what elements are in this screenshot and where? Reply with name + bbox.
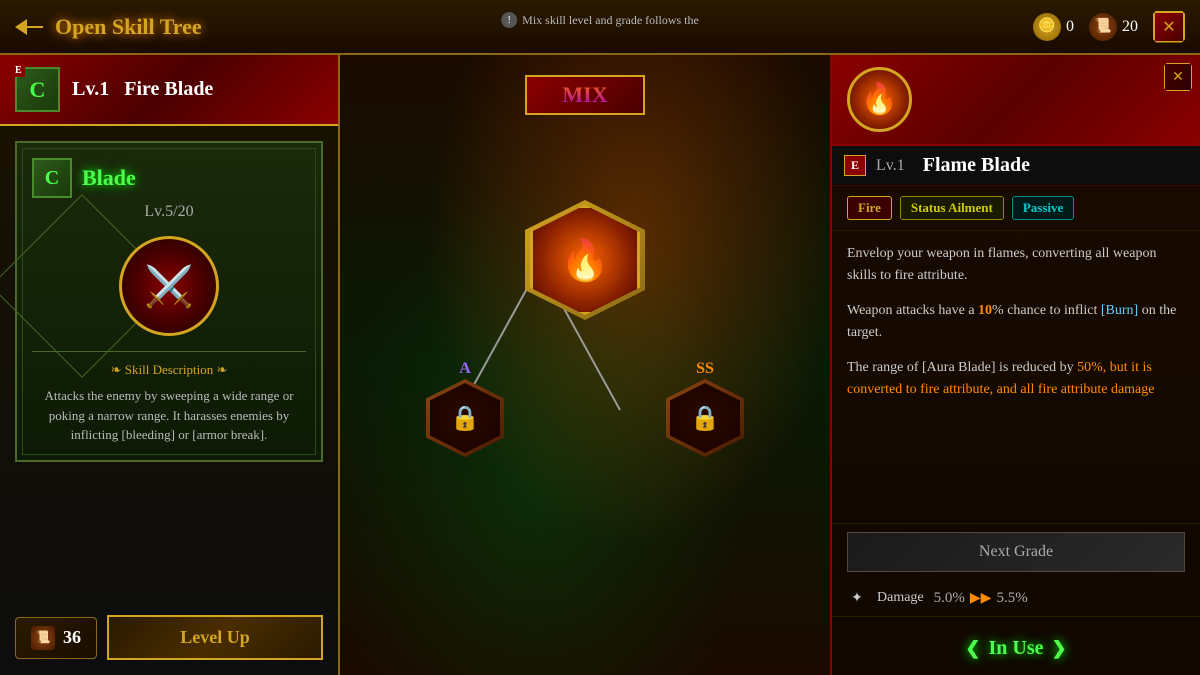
level-up-section: 📜 36 Level Up: [0, 605, 338, 675]
in-use-section: ❮ In Use ❯: [832, 622, 1200, 675]
grade-prefix: E: [12, 64, 25, 77]
skill-icon-container: ⚔️: [32, 236, 306, 336]
mix-notice-text: Mix skill level and grade follows the: [522, 13, 699, 28]
back-button[interactable]: [15, 19, 43, 35]
desc-text-2c: % chance to inflict: [992, 303, 1101, 318]
damage-section: ✦ Damage 5.0% ▶▶ 5.5%: [832, 580, 1200, 617]
skill-header: E C Lv.1 Fire Blade: [0, 55, 338, 126]
desc-text-2a: Weapon attacks have a: [847, 303, 978, 318]
right-close-button[interactable]: ✕: [1164, 63, 1192, 91]
next-grade-button[interactable]: Next Grade: [847, 532, 1185, 572]
main-content: E C Lv.1 Fire Blade C Blade Lv.5/20: [0, 55, 1200, 675]
level-up-button[interactable]: Level Up: [107, 615, 323, 660]
flame-grade-badge: E: [844, 155, 866, 176]
flame-blade-title: Flame Blade: [923, 154, 1030, 177]
hex-main-icon: 🔥: [530, 205, 640, 315]
scroll-cost-icon: 📜: [31, 626, 55, 650]
right-skill-icon: 🔥: [847, 67, 912, 132]
skill-icon: ⚔️: [144, 263, 194, 310]
tag-fire: Fire: [847, 196, 892, 220]
node-a-grade: A: [459, 360, 471, 378]
lock-icon-a: 🔒: [450, 404, 480, 433]
card-skill-name: Blade: [82, 165, 136, 191]
desc-text-2b: 10: [978, 303, 992, 318]
level-up-cost: 📜 36: [15, 617, 97, 659]
skill-tree-container: 🔥 A 🔒 SS 🔒: [340, 105, 830, 675]
card-grade-letter: C: [45, 167, 59, 190]
center-panel: MIX 🔥 A 🔒: [340, 55, 830, 675]
skill-icon-circle: ⚔️: [119, 236, 219, 336]
scroll-cost-value: 36: [63, 627, 81, 648]
resource-gold: 🪙 0: [1033, 13, 1074, 41]
mix-notice: ! Mix skill level and grade follows the: [501, 12, 699, 28]
damage-icon: ✦: [847, 588, 867, 608]
right-fire-icon: 🔥: [861, 82, 898, 117]
tag-passive: Passive: [1012, 196, 1074, 220]
grade-letter: C: [30, 77, 46, 103]
notice-icon: !: [501, 12, 517, 28]
right-top: 🔥 ✕: [832, 55, 1200, 146]
hex-node-a: 🔒: [430, 383, 500, 453]
gold-value: 0: [1066, 18, 1074, 36]
resource-scroll: 📜 20: [1089, 13, 1138, 41]
desc-text-1: Envelop your weapon in flames, convertin…: [847, 246, 1156, 283]
lock-icon-ss: 🔒: [690, 404, 720, 433]
right-panel: 🔥 ✕ E Lv.1 Flame Blade Fire Status Ailme…: [830, 55, 1200, 675]
skill-tags: Fire Status Ailment Passive: [832, 186, 1200, 231]
node-ss[interactable]: SS 🔒: [670, 375, 740, 453]
damage-values: 5.0% ▶▶ 5.5%: [934, 590, 1028, 607]
desc-paragraph-1: Envelop your weapon in flames, convertin…: [847, 243, 1185, 288]
flame-blade-level: Lv.1: [876, 157, 905, 175]
skill-name-header: Lv.1 Fire Blade: [72, 78, 213, 101]
in-use-display: ❮ In Use ❯: [965, 637, 1066, 660]
hex-node-ss: 🔒: [670, 383, 740, 453]
skill-card-grade-row: C Blade: [32, 158, 306, 198]
skill-card: C Blade Lv.5/20 ⚔️ ❧ Skill Description ❧…: [15, 141, 323, 462]
desc-text-2d: [Burn]: [1101, 303, 1138, 318]
damage-from: 5.0%: [934, 590, 965, 607]
skill-full-description: Envelop your weapon in flames, convertin…: [832, 231, 1200, 524]
skill-desc-text: Attacks the enemy by sweeping a wide ran…: [32, 386, 306, 445]
desc-paragraph-3: The range of [Aura Blade] is reduced by …: [847, 357, 1185, 402]
main-skill-node[interactable]: 🔥: [530, 205, 640, 315]
card-grade-icon: C: [32, 158, 72, 198]
scroll-value: 20: [1122, 18, 1138, 36]
in-use-arrow-left: ❮: [965, 638, 980, 659]
desc-paragraph-2: Weapon attacks have a 10% chance to infl…: [847, 300, 1185, 345]
left-panel: E C Lv.1 Fire Blade C Blade Lv.5/20: [0, 55, 340, 675]
skill-name-text: Fire Blade: [124, 78, 213, 100]
flame-blade-header: E Lv.1 Flame Blade: [832, 146, 1200, 186]
damage-arrow: ▶▶: [970, 590, 992, 607]
top-right-resources: 🪙 0 📜 20 ✕: [1033, 11, 1185, 43]
skill-grade-badge: E C: [15, 67, 60, 112]
node-a[interactable]: A 🔒: [430, 375, 500, 453]
in-use-arrow-right: ❯: [1052, 638, 1067, 659]
damage-to: 5.5%: [996, 590, 1027, 607]
damage-label: Damage: [877, 590, 924, 606]
gold-icon: 🪙: [1033, 13, 1061, 41]
desc-text-3b: 50: [1077, 360, 1091, 375]
in-use-label: In Use: [988, 637, 1043, 660]
tag-status-ailment: Status Ailment: [900, 196, 1004, 220]
close-button[interactable]: ✕: [1153, 11, 1185, 43]
tree-connection-lines: [340, 105, 830, 675]
top-bar: Open Skill Tree ! Mix skill level and gr…: [0, 0, 1200, 55]
node-ss-grade: SS: [696, 360, 714, 378]
scroll-icon-top: 📜: [1089, 13, 1117, 41]
desc-text-3a: The range of [Aura Blade] is reduced by: [847, 360, 1077, 375]
skill-level-header: Lv.1: [72, 78, 109, 100]
page-title: Open Skill Tree: [55, 14, 202, 40]
